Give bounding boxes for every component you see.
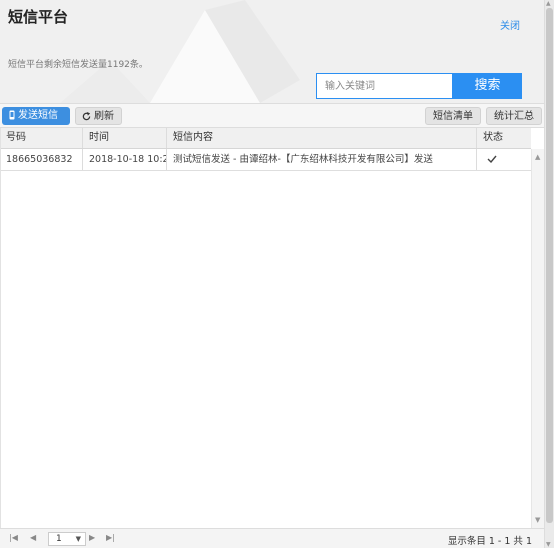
chevron-down-icon: ▼ bbox=[75, 535, 81, 543]
sent-check-icon bbox=[487, 155, 497, 163]
window-scroll-up-icon[interactable]: ▲ bbox=[546, 0, 551, 7]
refresh-label: 刷新 bbox=[94, 111, 114, 122]
stats-summary-button[interactable]: 统计汇总 bbox=[486, 107, 542, 125]
refresh-button[interactable]: 刷新 bbox=[75, 107, 122, 125]
table-row[interactable]: 18665036832 2018-10-18 10:25 测试短信发送 - 由谭… bbox=[0, 149, 531, 171]
page-number-select[interactable]: 1 ▼ bbox=[48, 532, 86, 546]
phone-icon bbox=[9, 110, 15, 120]
refresh-icon bbox=[82, 111, 91, 120]
last-page-icon[interactable]: ▶| bbox=[106, 533, 115, 542]
send-sms-label: 发送短信 bbox=[18, 110, 58, 121]
toolbar: 发送短信 刷新 短信清单 统计汇总 bbox=[0, 103, 544, 128]
balance-notice: 短信平台剩余短信发送量1192条。 bbox=[8, 60, 148, 70]
window-scroll-down-icon[interactable]: ▼ bbox=[546, 541, 551, 548]
table-header: 号码 时间 短信内容 状态 bbox=[0, 128, 531, 149]
cell-content: 测试短信发送 - 由谭绍林-【广东绍林科技开发有限公司】发送 bbox=[167, 149, 477, 170]
header: 短信平台 关闭 短信平台剩余短信发送量1192条。 搜索 bbox=[0, 0, 544, 103]
scroll-up-icon[interactable]: ▲ bbox=[535, 153, 540, 161]
first-page-icon[interactable]: |◀ bbox=[9, 533, 18, 542]
pagination-bar: |◀ ◀ 1 ▼ ▶ ▶| 显示条目 1 - 1 共 1 bbox=[0, 528, 544, 548]
search-input[interactable] bbox=[316, 73, 453, 99]
cell-number: 18665036832 bbox=[0, 149, 83, 170]
page-title: 短信平台 bbox=[8, 8, 69, 26]
scroll-down-icon[interactable]: ▼ bbox=[535, 516, 540, 524]
sms-list-button[interactable]: 短信清单 bbox=[425, 107, 481, 125]
close-link[interactable]: 关闭 bbox=[500, 17, 520, 32]
window-scroll-thumb[interactable] bbox=[546, 8, 553, 523]
column-header-content[interactable]: 短信内容 bbox=[167, 128, 477, 148]
sms-platform-window: 短信平台 关闭 短信平台剩余短信发送量1192条。 搜索 发送短信 刷新 短信清… bbox=[0, 0, 554, 548]
window-scrollbar[interactable]: ▲ ▼ bbox=[544, 0, 554, 548]
column-header-time[interactable]: 时间 bbox=[83, 128, 167, 148]
search-button[interactable]: 搜索 bbox=[453, 73, 522, 99]
pager-info: 显示条目 1 - 1 共 1 bbox=[447, 536, 532, 547]
grid-scrollbar[interactable]: ▲ ▼ bbox=[531, 149, 544, 528]
prev-page-icon[interactable]: ◀ bbox=[30, 533, 36, 542]
send-sms-button[interactable]: 发送短信 bbox=[2, 107, 70, 125]
cell-status bbox=[477, 149, 531, 170]
cell-time: 2018-10-18 10:25 bbox=[83, 149, 167, 170]
column-header-status[interactable]: 状态 bbox=[477, 128, 531, 148]
column-header-number[interactable]: 号码 bbox=[0, 128, 83, 148]
next-page-icon[interactable]: ▶ bbox=[89, 533, 95, 542]
grid-border bbox=[0, 128, 531, 528]
page-number: 1 bbox=[56, 534, 62, 544]
